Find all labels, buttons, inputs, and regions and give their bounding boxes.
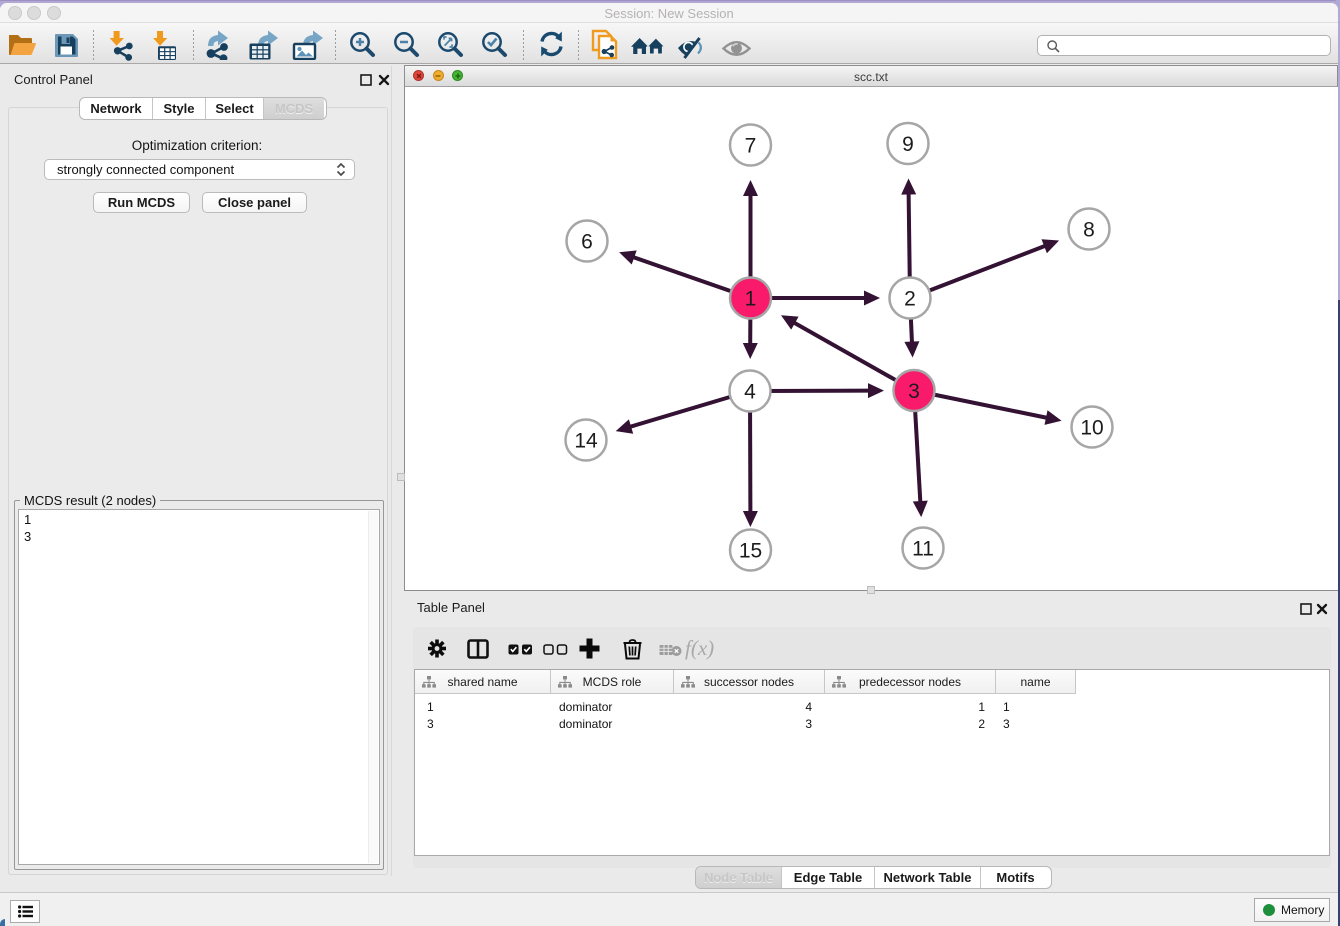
svg-text:10: 10 [1080,417,1103,440]
svg-text:4: 4 [744,381,756,404]
svg-text:7: 7 [745,135,757,158]
svg-text:14: 14 [574,430,598,453]
svg-text:6: 6 [581,231,593,254]
svg-text:11: 11 [912,538,934,561]
svg-text:8: 8 [1083,219,1095,242]
svg-text:2: 2 [904,288,916,311]
svg-text:15: 15 [739,540,762,563]
svg-text:3: 3 [908,380,920,403]
svg-text:9: 9 [902,133,914,156]
svg-text:1: 1 [745,288,757,311]
